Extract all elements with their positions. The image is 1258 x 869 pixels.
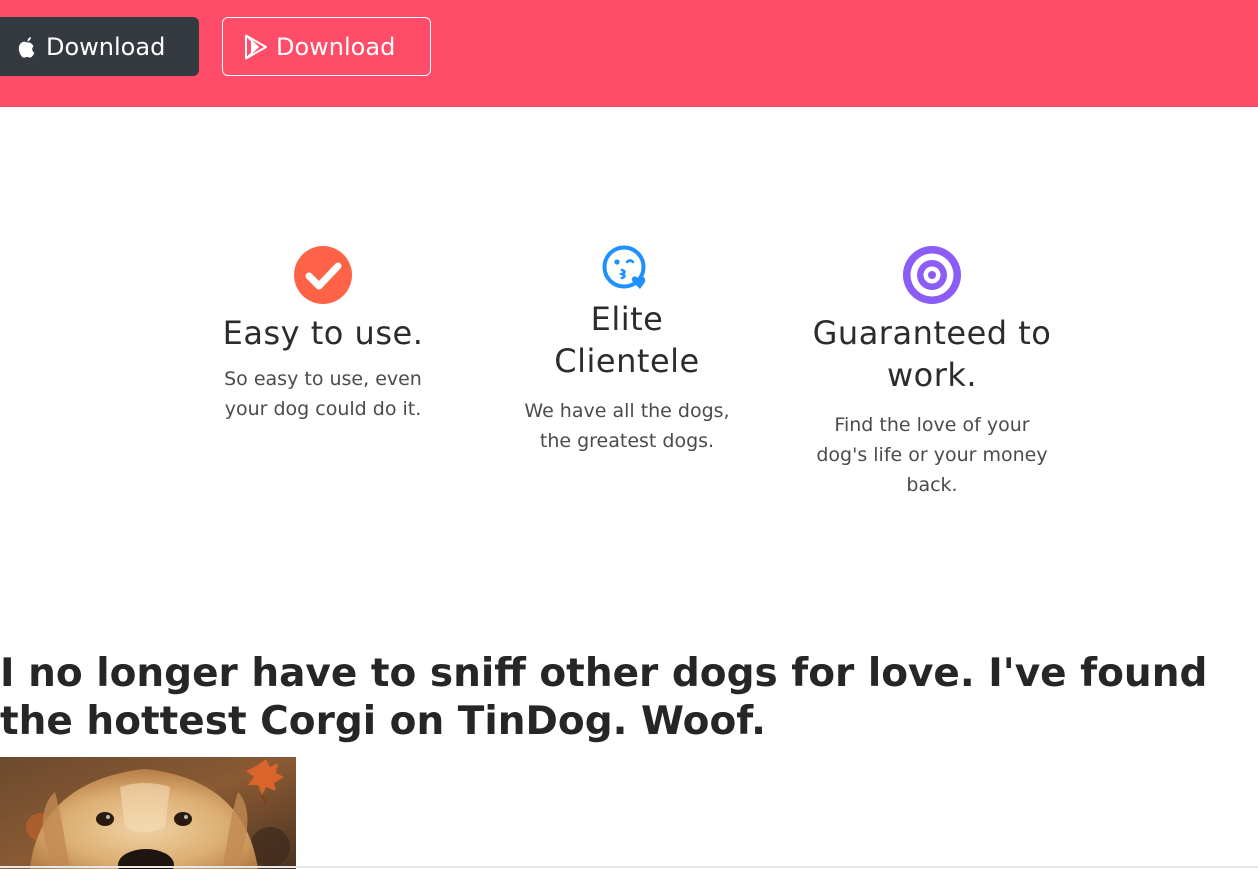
feature-elite-clientele: Elite Clientele We have all the dogs, th… [517,244,737,456]
dog-photo [0,757,296,869]
feature-guaranteed: Guaranteed to work. Find the love of you… [812,246,1052,500]
kiss-heart-icon [602,245,646,289]
check-circle-icon [294,246,352,304]
apple-download-label: Download [46,32,166,61]
feature-easy-to-use: Easy to use. So easy to use, even your d… [203,246,443,424]
feature-title: Guaranteed to work. [812,314,1052,394]
feature-text: Find the love of your dog's life or your… [816,414,1048,496]
play-store-icon [245,34,267,59]
feature-text: So easy to use, even your dog could do i… [224,368,422,420]
feature-title: Easy to use. [222,314,424,352]
testimonial-quote: I no longer have to sniff other dogs for… [0,651,1208,744]
play-store-download-button[interactable]: Download [222,17,431,76]
feature-title: Elite Clientele [554,300,700,380]
feature-text: We have all the dogs, the greatest dogs. [524,400,730,452]
golden-retriever-image [0,757,296,869]
apple-icon [18,36,35,58]
play-store-download-label: Download [276,32,396,61]
hero-section: Download Download [0,0,1258,107]
page-divider [0,866,1258,868]
bullseye-icon [903,246,961,304]
apple-download-button[interactable]: Download [0,17,199,76]
